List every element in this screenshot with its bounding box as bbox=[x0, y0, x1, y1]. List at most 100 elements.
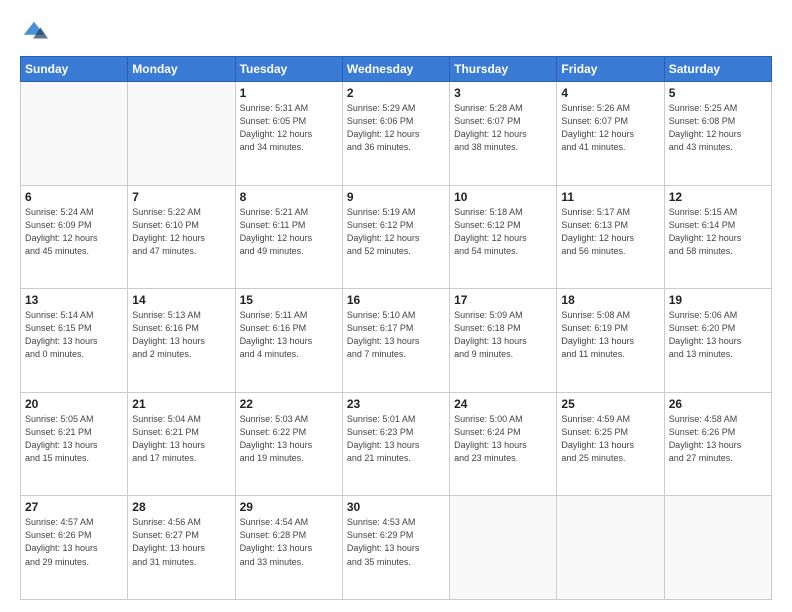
calendar-cell bbox=[21, 82, 128, 186]
day-detail: Sunrise: 5:06 AM Sunset: 6:20 PM Dayligh… bbox=[669, 309, 767, 361]
day-detail: Sunrise: 5:14 AM Sunset: 6:15 PM Dayligh… bbox=[25, 309, 123, 361]
calendar-cell: 4Sunrise: 5:26 AM Sunset: 6:07 PM Daylig… bbox=[557, 82, 664, 186]
calendar-cell: 12 Sunrise: 5:15 AM Sunset: 6:14 PM Dayli… bbox=[664, 185, 771, 289]
day-number: 5 bbox=[669, 86, 767, 100]
day-number: 2 bbox=[347, 86, 445, 100]
day-detail: Sunrise: 5:21 AM Sunset: 6:11 PM Dayligh… bbox=[240, 206, 338, 258]
col-header-monday: Monday bbox=[128, 57, 235, 82]
day-detail: Sunrise: 5:24 AM Sunset: 6:09 PM Dayligh… bbox=[25, 206, 123, 258]
calendar-cell: 21Sunrise: 5:04 AM Sunset: 6:21 PM Dayli… bbox=[128, 392, 235, 496]
logo bbox=[20, 18, 52, 46]
day-detail: Sunrise: 5:05 AM Sunset: 6:21 PM Dayligh… bbox=[25, 413, 123, 465]
day-detail: Sunrise: 5:08 AM Sunset: 6:19 PM Dayligh… bbox=[561, 309, 659, 361]
calendar-cell: 28Sunrise: 4:56 AM Sunset: 6:27 PM Dayli… bbox=[128, 496, 235, 600]
day-number: 1 bbox=[240, 86, 338, 100]
week-row-2: 13 Sunrise: 5:14 AM Sunset: 6:15 PM Dayli… bbox=[21, 289, 772, 393]
day-detail: Sunrise: 4:54 AM Sunset: 6:28 PM Dayligh… bbox=[240, 516, 338, 568]
day-detail: Sunrise: 5:19 AM Sunset: 6:12 PM Dayligh… bbox=[347, 206, 445, 258]
day-number: 10 bbox=[454, 190, 552, 204]
col-header-saturday: Saturday bbox=[664, 57, 771, 82]
day-number: 26 bbox=[669, 397, 767, 411]
calendar-table: SundayMondayTuesdayWednesdayThursdayFrid… bbox=[20, 56, 772, 600]
day-detail: Sunrise: 5:25 AM Sunset: 6:08 PM Dayligh… bbox=[669, 102, 767, 154]
day-detail: Sunrise: 5:03 AM Sunset: 6:22 PM Dayligh… bbox=[240, 413, 338, 465]
day-detail: Sunrise: 4:53 AM Sunset: 6:29 PM Dayligh… bbox=[347, 516, 445, 568]
day-number: 8 bbox=[240, 190, 338, 204]
day-number: 24 bbox=[454, 397, 552, 411]
calendar-cell: 10 Sunrise: 5:18 AM Sunset: 6:12 PM Dayli… bbox=[450, 185, 557, 289]
day-number: 21 bbox=[132, 397, 230, 411]
page: SundayMondayTuesdayWednesdayThursdayFrid… bbox=[0, 0, 792, 612]
day-number: 3 bbox=[454, 86, 552, 100]
calendar-cell: 24Sunrise: 5:00 AM Sunset: 6:24 PM Dayli… bbox=[450, 392, 557, 496]
day-number: 25 bbox=[561, 397, 659, 411]
day-detail: Sunrise: 5:26 AM Sunset: 6:07 PM Dayligh… bbox=[561, 102, 659, 154]
day-number: 19 bbox=[669, 293, 767, 307]
calendar-cell: 27Sunrise: 4:57 AM Sunset: 6:26 PM Dayli… bbox=[21, 496, 128, 600]
day-number: 22 bbox=[240, 397, 338, 411]
day-number: 29 bbox=[240, 500, 338, 514]
calendar-cell: 11 Sunrise: 5:17 AM Sunset: 6:13 PM Dayli… bbox=[557, 185, 664, 289]
day-detail: Sunrise: 5:22 AM Sunset: 6:10 PM Dayligh… bbox=[132, 206, 230, 258]
calendar-cell: 16 Sunrise: 5:10 AM Sunset: 6:17 PM Dayli… bbox=[342, 289, 449, 393]
day-detail: Sunrise: 5:18 AM Sunset: 6:12 PM Dayligh… bbox=[454, 206, 552, 258]
day-detail: Sunrise: 5:09 AM Sunset: 6:18 PM Dayligh… bbox=[454, 309, 552, 361]
calendar-cell: 20 Sunrise: 5:05 AM Sunset: 6:21 PM Dayli… bbox=[21, 392, 128, 496]
day-number: 7 bbox=[132, 190, 230, 204]
col-header-friday: Friday bbox=[557, 57, 664, 82]
day-detail: Sunrise: 4:59 AM Sunset: 6:25 PM Dayligh… bbox=[561, 413, 659, 465]
day-detail: Sunrise: 5:28 AM Sunset: 6:07 PM Dayligh… bbox=[454, 102, 552, 154]
day-number: 13 bbox=[25, 293, 123, 307]
calendar-cell bbox=[557, 496, 664, 600]
col-header-wednesday: Wednesday bbox=[342, 57, 449, 82]
day-detail: Sunrise: 5:10 AM Sunset: 6:17 PM Dayligh… bbox=[347, 309, 445, 361]
week-row-4: 27Sunrise: 4:57 AM Sunset: 6:26 PM Dayli… bbox=[21, 496, 772, 600]
calendar-cell: 8 Sunrise: 5:21 AM Sunset: 6:11 PM Daylig… bbox=[235, 185, 342, 289]
day-number: 6 bbox=[25, 190, 123, 204]
day-detail: Sunrise: 5:15 AM Sunset: 6:14 PM Dayligh… bbox=[669, 206, 767, 258]
logo-icon bbox=[20, 18, 48, 46]
col-header-sunday: Sunday bbox=[21, 57, 128, 82]
calendar-cell: 30 Sunrise: 4:53 AM Sunset: 6:29 PM Dayli… bbox=[342, 496, 449, 600]
week-row-1: 6 Sunrise: 5:24 AM Sunset: 6:09 PM Daylig… bbox=[21, 185, 772, 289]
day-detail: Sunrise: 5:13 AM Sunset: 6:16 PM Dayligh… bbox=[132, 309, 230, 361]
calendar-cell: 26Sunrise: 4:58 AM Sunset: 6:26 PM Dayli… bbox=[664, 392, 771, 496]
week-row-3: 20 Sunrise: 5:05 AM Sunset: 6:21 PM Dayli… bbox=[21, 392, 772, 496]
day-number: 30 bbox=[347, 500, 445, 514]
day-number: 15 bbox=[240, 293, 338, 307]
calendar-header: SundayMondayTuesdayWednesdayThursdayFrid… bbox=[21, 57, 772, 82]
calendar-cell: 3 Sunrise: 5:28 AM Sunset: 6:07 PM Daylig… bbox=[450, 82, 557, 186]
day-number: 23 bbox=[347, 397, 445, 411]
day-number: 12 bbox=[669, 190, 767, 204]
day-number: 18 bbox=[561, 293, 659, 307]
day-number: 11 bbox=[561, 190, 659, 204]
calendar-cell: 19 Sunrise: 5:06 AM Sunset: 6:20 PM Dayli… bbox=[664, 289, 771, 393]
calendar-cell: 17 Sunrise: 5:09 AM Sunset: 6:18 PM Dayli… bbox=[450, 289, 557, 393]
calendar-cell: 5 Sunrise: 5:25 AM Sunset: 6:08 PM Daylig… bbox=[664, 82, 771, 186]
day-number: 17 bbox=[454, 293, 552, 307]
day-detail: Sunrise: 5:29 AM Sunset: 6:06 PM Dayligh… bbox=[347, 102, 445, 154]
calendar-cell: 9 Sunrise: 5:19 AM Sunset: 6:12 PM Daylig… bbox=[342, 185, 449, 289]
day-number: 20 bbox=[25, 397, 123, 411]
calendar-cell: 29 Sunrise: 4:54 AM Sunset: 6:28 PM Dayli… bbox=[235, 496, 342, 600]
header bbox=[20, 18, 772, 46]
day-number: 27 bbox=[25, 500, 123, 514]
calendar-cell: 22 Sunrise: 5:03 AM Sunset: 6:22 PM Dayli… bbox=[235, 392, 342, 496]
calendar-cell: 1 Sunrise: 5:31 AM Sunset: 6:05 PM Daylig… bbox=[235, 82, 342, 186]
calendar-body: 1 Sunrise: 5:31 AM Sunset: 6:05 PM Daylig… bbox=[21, 82, 772, 600]
calendar-cell: 15Sunrise: 5:11 AM Sunset: 6:16 PM Dayli… bbox=[235, 289, 342, 393]
calendar-cell: 7 Sunrise: 5:22 AM Sunset: 6:10 PM Daylig… bbox=[128, 185, 235, 289]
calendar-cell: 23Sunrise: 5:01 AM Sunset: 6:23 PM Dayli… bbox=[342, 392, 449, 496]
day-detail: Sunrise: 5:31 AM Sunset: 6:05 PM Dayligh… bbox=[240, 102, 338, 154]
calendar-cell: 18 Sunrise: 5:08 AM Sunset: 6:19 PM Dayli… bbox=[557, 289, 664, 393]
calendar-cell: 13 Sunrise: 5:14 AM Sunset: 6:15 PM Dayli… bbox=[21, 289, 128, 393]
calendar-cell: 2 Sunrise: 5:29 AM Sunset: 6:06 PM Daylig… bbox=[342, 82, 449, 186]
col-header-thursday: Thursday bbox=[450, 57, 557, 82]
day-number: 16 bbox=[347, 293, 445, 307]
day-detail: Sunrise: 4:56 AM Sunset: 6:27 PM Dayligh… bbox=[132, 516, 230, 568]
week-row-0: 1 Sunrise: 5:31 AM Sunset: 6:05 PM Daylig… bbox=[21, 82, 772, 186]
calendar-cell bbox=[128, 82, 235, 186]
day-number: 9 bbox=[347, 190, 445, 204]
day-detail: Sunrise: 5:17 AM Sunset: 6:13 PM Dayligh… bbox=[561, 206, 659, 258]
calendar-cell bbox=[450, 496, 557, 600]
